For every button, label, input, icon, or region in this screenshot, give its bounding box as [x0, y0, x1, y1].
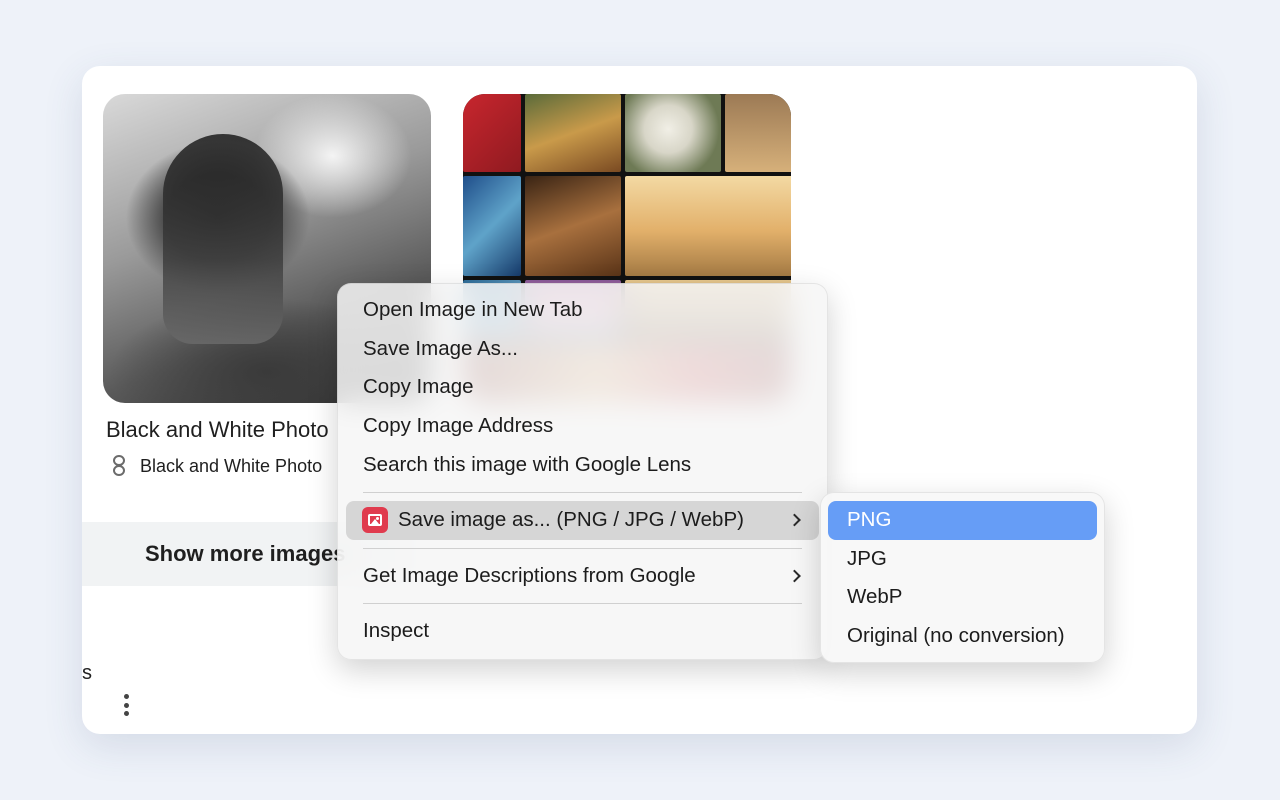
menu-item-label: Save image as... (PNG / JPG / WebP): [398, 508, 744, 532]
more-options-icon[interactable]: [122, 694, 130, 716]
menu-item-open-image-new-tab[interactable]: Open Image in New Tab: [346, 291, 819, 330]
menu-item-copy-image[interactable]: Copy Image: [346, 368, 819, 407]
collage-tile: [463, 176, 521, 276]
result-title[interactable]: Black and White Photo: [106, 417, 329, 443]
submenu-item-png[interactable]: PNG: [828, 501, 1097, 540]
menu-item-google-lens[interactable]: Search this image with Google Lens: [346, 445, 819, 484]
image-icon: [362, 507, 388, 534]
chevron-right-icon: [788, 513, 801, 527]
collage-tile: [525, 94, 621, 172]
collage-tile: [625, 94, 721, 172]
result-source-label: Black and White Photo: [140, 455, 323, 476]
source-favicon-icon: [110, 454, 128, 478]
menu-separator: [363, 603, 802, 605]
menu-separator: [363, 491, 802, 493]
context-menu: Open Image in New Tab Save Image As... C…: [337, 283, 828, 660]
menu-item-image-descriptions[interactable]: Get Image Descriptions from Google: [346, 557, 819, 596]
chevron-right-icon: [788, 569, 801, 583]
collage-tile: [625, 176, 791, 276]
collage-tile: [525, 176, 621, 276]
menu-item-save-image-as[interactable]: Save Image As...: [346, 330, 819, 369]
submenu-item-webp[interactable]: WebP: [828, 578, 1097, 617]
menu-item-inspect[interactable]: Inspect: [346, 612, 819, 651]
submenu-item-jpg[interactable]: JPG: [828, 540, 1097, 579]
collage-tile: [725, 94, 791, 172]
result-source[interactable]: Black and White Photo: [110, 454, 322, 478]
submenu-item-original[interactable]: Original (no conversion): [828, 617, 1097, 656]
menu-item-save-image-as-format[interactable]: Save image as... (PNG / JPG / WebP): [346, 500, 819, 540]
partial-text: s: [82, 662, 92, 684]
menu-item-label: Get Image Descriptions from Google: [363, 563, 696, 587]
format-submenu: PNG JPG WebP Original (no conversion): [820, 492, 1105, 663]
menu-separator: [363, 547, 802, 549]
collage-tile: [463, 94, 521, 172]
menu-item-copy-image-address[interactable]: Copy Image Address: [346, 407, 819, 446]
